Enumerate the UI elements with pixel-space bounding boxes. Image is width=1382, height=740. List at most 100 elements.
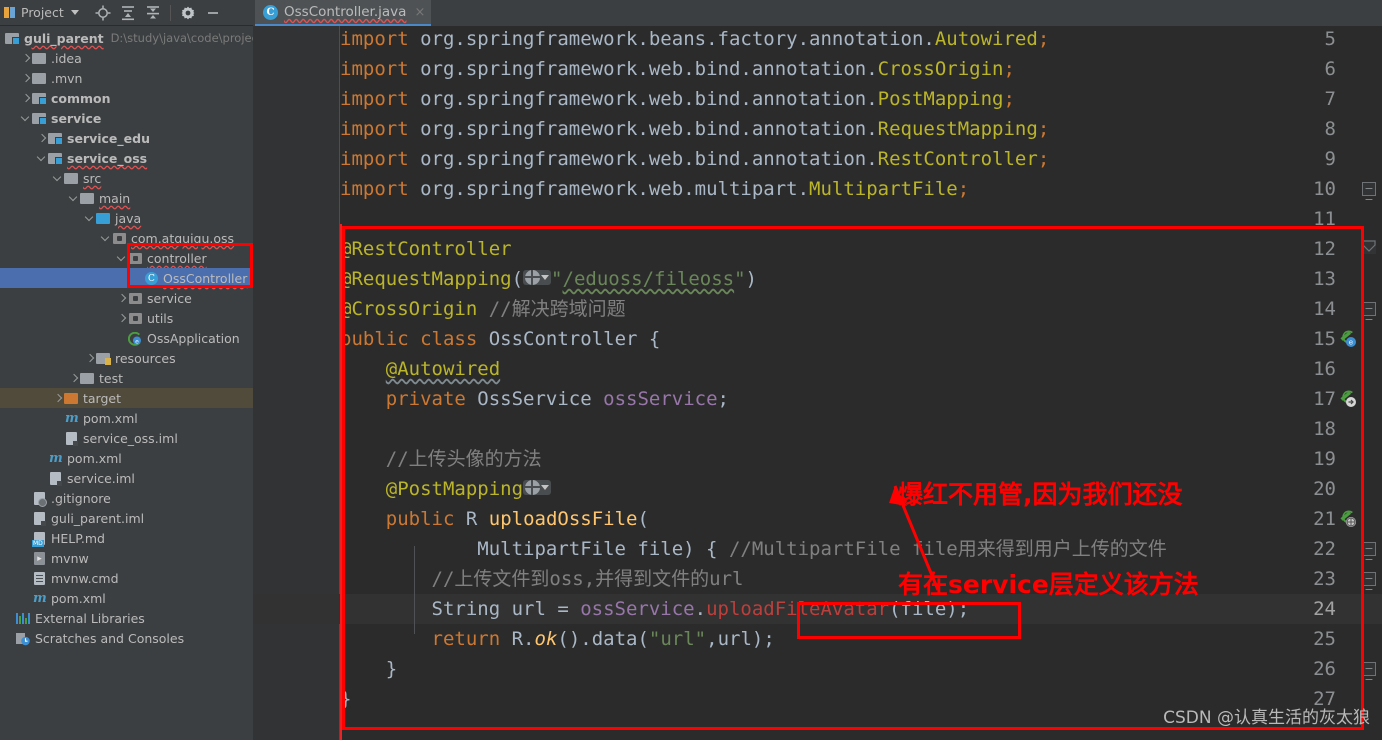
tree-item-label: main	[99, 190, 131, 206]
tree-item-mvnw-cmd[interactable]: mvnw.cmd	[0, 568, 253, 588]
tree-item-pom-xml[interactable]: m pom.xml	[0, 408, 253, 428]
tree-item-service[interactable]: service	[0, 108, 253, 128]
fold-marker-icon[interactable]: −	[1362, 302, 1376, 316]
tree-item-test[interactable]: test	[0, 368, 253, 388]
code-line[interactable]: @PostMapping	[340, 474, 552, 504]
code-line[interactable]: import org.springframework.web.multipart…	[340, 174, 969, 204]
tree-item-label: guli_parent.iml	[51, 510, 145, 526]
web-mapping-icon[interactable]	[523, 480, 552, 495]
tree-root-guli-parent[interactable]: guli_parent D:\study\java\code\projec	[0, 28, 253, 48]
chevron-right-icon[interactable]	[20, 73, 31, 84]
tree-item-service-oss[interactable]: service_oss	[0, 148, 253, 168]
markdown-icon	[31, 530, 47, 547]
tree-item-resources[interactable]: resources	[0, 348, 253, 368]
tree-item-external-libraries[interactable]: External Libraries	[0, 608, 253, 628]
hide-panel-icon[interactable]	[201, 2, 225, 24]
tree-item-ossapplication[interactable]: e OssApplication	[0, 328, 253, 348]
code-line[interactable]: private OssService ossService;	[340, 384, 729, 414]
code-line[interactable]: //上传文件到oss,并得到文件的url	[340, 564, 744, 594]
chevron-down-icon[interactable]	[84, 213, 95, 224]
fold-marker-icon[interactable]: −	[1362, 662, 1376, 676]
code-line[interactable]: @Autowired	[340, 354, 500, 384]
tree-item-osscontroller[interactable]: C OssController	[0, 268, 253, 288]
tree-item-service[interactable]: service	[0, 288, 253, 308]
code-line[interactable]: //上传头像的方法	[340, 444, 542, 474]
java-class-icon: C	[143, 270, 159, 286]
tree-item-src[interactable]: src	[0, 168, 253, 188]
code-line[interactable]: import org.springframework.beans.factory…	[340, 26, 1049, 54]
tree-item-service-edu[interactable]: service_edu	[0, 128, 253, 148]
code-line[interactable]: }	[340, 654, 397, 684]
chevron-right-icon[interactable]	[20, 93, 31, 104]
chevron-down-icon[interactable]	[68, 193, 79, 204]
chevron-right-icon[interactable]	[52, 393, 63, 404]
tree-item-utils[interactable]: utils	[0, 308, 253, 328]
tree-item-gitignore[interactable]: .gitignore	[0, 488, 253, 508]
code-line[interactable]: return R.ok().data("url",url);	[340, 624, 775, 654]
chevron-down-icon[interactable]	[20, 113, 31, 124]
chevron-right-icon[interactable]	[84, 353, 95, 364]
expand-all-icon[interactable]	[116, 2, 140, 24]
tree-item-label: service_oss.iml	[83, 430, 178, 446]
code-line[interactable]: public class OssController {	[340, 324, 660, 354]
chevron-right-icon[interactable]	[116, 313, 127, 324]
tree-item-com-atquiqu-oss[interactable]: com.atquiqu.oss	[0, 228, 253, 248]
chevron-down-icon[interactable]	[36, 153, 47, 164]
fold-marker-icon[interactable]: −	[1362, 572, 1376, 586]
fold-marker-icon[interactable]	[1362, 240, 1376, 254]
tree-item-help-md[interactable]: HELP.md	[0, 528, 253, 548]
code-line[interactable]: @CrossOrigin //解决跨域问题	[340, 294, 626, 324]
chevron-right-icon[interactable]	[36, 133, 47, 144]
code-line[interactable]: import org.springframework.web.bind.anno…	[340, 84, 1015, 114]
fold-marker-icon[interactable]: −	[1362, 542, 1376, 556]
spring-bean-gutter-icon[interactable]	[1339, 390, 1356, 407]
tree-item-scratches-and-consoles[interactable]: Scratches and Consoles	[0, 628, 253, 648]
code-line[interactable]: import org.springframework.web.bind.anno…	[340, 144, 1049, 174]
tree-item-common[interactable]: common	[0, 88, 253, 108]
spring-bean-gutter-icon[interactable]: e	[1339, 330, 1356, 347]
tree-item-service-oss-iml[interactable]: service_oss.iml	[0, 428, 253, 448]
tree-item-mvn[interactable]: .mvn	[0, 68, 253, 88]
tab-osscontroller-java[interactable]: C OssController.java ×	[255, 0, 432, 26]
chevron-right-icon[interactable]	[20, 53, 31, 64]
spring-bean-gutter-icon[interactable]	[1339, 510, 1356, 527]
web-mapping-icon[interactable]	[523, 270, 552, 285]
editor-gutter[interactable]	[253, 26, 339, 740]
code-line[interactable]: String url = ossService.uploadFileAvatar…	[340, 594, 970, 624]
project-tree[interactable]: guli_parent D:\study\java\code\projec .ide…	[0, 26, 253, 740]
tree-item-main[interactable]: main	[0, 188, 253, 208]
code-line[interactable]: @RequestMapping("/eduoss/fileoss")	[340, 264, 757, 294]
settings-gear-icon[interactable]	[176, 2, 200, 24]
chevron-down-icon[interactable]	[52, 173, 63, 184]
locate-icon[interactable]	[91, 2, 115, 24]
tree-item-target[interactable]: target	[0, 388, 253, 408]
maven-icon: m	[65, 411, 79, 426]
chevron-down-icon[interactable]	[100, 233, 111, 244]
close-icon[interactable]: ×	[414, 5, 425, 20]
tree-item-mvnw[interactable]: mvnw	[0, 548, 253, 568]
chevron-right-icon[interactable]	[68, 373, 79, 384]
chevron-down-icon[interactable]	[116, 253, 127, 264]
code-line[interactable]: import org.springframework.web.bind.anno…	[340, 54, 1015, 84]
project-panel-title[interactable]: Project	[0, 5, 79, 20]
tree-item-idea[interactable]: .idea	[0, 48, 253, 68]
code-editor[interactable]: 5 import org.springframework.beans.factor…	[253, 26, 1382, 740]
code-line[interactable]: import org.springframework.web.bind.anno…	[340, 114, 1049, 144]
code-line[interactable]: @RestController	[340, 234, 512, 264]
code-line[interactable]: public R uploadOssFile(	[340, 504, 649, 534]
iml-file-icon	[63, 430, 79, 446]
tree-item-java[interactable]: java	[0, 208, 253, 228]
tree-item-guli-parent-iml[interactable]: guli_parent.iml	[0, 508, 253, 528]
chevron-down-icon[interactable]	[70, 10, 79, 15]
tree-item-controller[interactable]: controller	[0, 248, 253, 268]
tree-item-label: pom.xml	[83, 410, 138, 426]
tree-item-service-iml[interactable]: service.iml	[0, 468, 253, 488]
tree-item-pom-xml[interactable]: m pom.xml	[0, 588, 253, 608]
collapse-all-icon[interactable]	[141, 2, 165, 24]
fold-marker-icon[interactable]: −	[1362, 182, 1376, 196]
tree-item-pom-xml[interactable]: m pom.xml	[0, 448, 253, 468]
chevron-right-icon[interactable]	[116, 293, 127, 304]
